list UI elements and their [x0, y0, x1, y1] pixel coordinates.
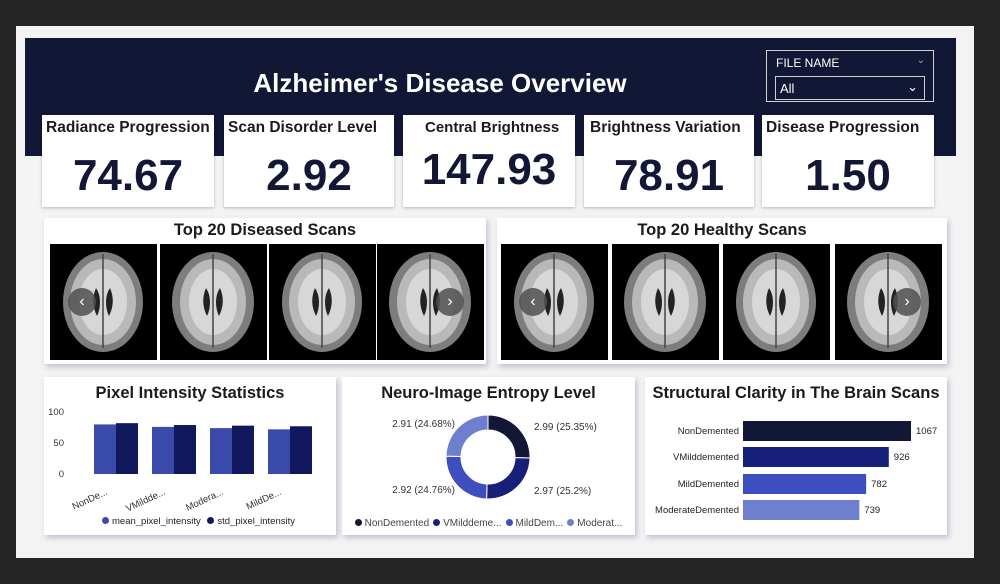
slice-data-label: 2.99 (25.35%) [534, 422, 597, 433]
bar [743, 474, 867, 494]
brain-scan-image [501, 244, 608, 360]
bar-std_pixel_intensity [174, 425, 196, 474]
slice-data-label: 2.97 (25.2%) [534, 486, 591, 497]
carousel-title: Top 20 Diseased Scans [173, 221, 357, 239]
kpi-radiance-progression: Radiance Progression 74.67 [42, 115, 214, 207]
legend-item: VMilddeme... [433, 518, 502, 529]
carousel-next-button[interactable]: › [893, 288, 921, 316]
brain-scan-image [377, 244, 484, 360]
kpi-disease-progression: Disease Progression 1.50 [762, 115, 934, 207]
kpi-brightness-variation: Brightness Variation 78.91 [584, 115, 754, 207]
x-tick-label: NonDe... [71, 487, 110, 513]
legend-item: NonDemented [354, 518, 430, 529]
chart-legend: mean_pixel_intensity std_pixel_intensity [102, 516, 295, 527]
kpi-value: 147.93 [421, 145, 557, 194]
slicer-label: FILE NAME [776, 56, 840, 70]
category-label: ModerateDemented [655, 505, 739, 516]
carousel-title: Top 20 Healthy Scans [637, 221, 807, 239]
bar [743, 421, 911, 441]
bar [743, 447, 889, 467]
bar-value-label: 926 [894, 452, 910, 463]
kpi-value: 74.67 [72, 151, 184, 200]
bar-std_pixel_intensity [290, 426, 312, 474]
bar-mean_pixel_intensity [94, 424, 116, 474]
entropy-donut-chart: 2.99 (25.35%) 2.97 (25.2%) 2.92 (24.76%) 2.… [392, 414, 597, 500]
category-label: NonDemented [678, 426, 739, 437]
legend-std-label: std_pixel_intensity [217, 516, 296, 527]
kpi-label: Brightness Variation [590, 119, 741, 136]
brain-scan-image [50, 244, 157, 360]
bar-value-label: 1067 [916, 426, 937, 437]
kpi-value: 78.91 [613, 151, 725, 200]
legend-label: MildDem... [515, 518, 564, 529]
donut-slice [487, 414, 531, 459]
donut-slice [486, 457, 531, 500]
bar-mean_pixel_intensity [152, 426, 174, 474]
dropdown-value: All [780, 81, 795, 96]
kpi-label: Radiance Progression [46, 119, 210, 136]
legend-item: Moderat... [567, 518, 622, 529]
carousel-next-button[interactable]: › [436, 288, 464, 316]
kpi-scan-disorder-level: Scan Disorder Level 2.92 [224, 115, 394, 207]
structural-clarity-panel: Structural Clarity in The Brain Scans No… [645, 377, 947, 535]
file-name-slicer[interactable]: FILE NAME ⌄ All ⌄ [766, 50, 934, 102]
file-name-dropdown[interactable]: All ⌄ [775, 76, 925, 100]
slice-data-label: 2.91 (24.68%) [392, 419, 455, 430]
pixel-intensity-panel: Pixel Intensity Statistics 100 50 0 NonDe..… [44, 377, 336, 535]
bar-value-label: 739 [864, 505, 880, 516]
pixel-intensity-chart: 100 50 0 NonDe... VMildde... Modera... MildDe.… [48, 407, 312, 515]
dashboard-title: Alzheimer's Disease Overview [253, 68, 627, 98]
brain-scan-image [612, 244, 719, 360]
kpi-value: 2.92 [266, 151, 352, 200]
legend-label: VMilddeme... [443, 518, 502, 529]
kpi-label: Disease Progression [766, 119, 920, 136]
kpi-central-brightness: Central Brightness 147.93 [403, 115, 575, 207]
bar-std_pixel_intensity [232, 425, 254, 474]
brain-scan-image [160, 244, 267, 360]
legend-label: NonDemented [364, 518, 430, 529]
kpi-value: 1.50 [805, 151, 891, 200]
bar-mean_pixel_intensity [268, 429, 290, 474]
brain-scan-image [269, 244, 376, 360]
bar-mean_pixel_intensity [210, 428, 232, 474]
legend-std-swatch [207, 517, 215, 524]
legend-mean-swatch [102, 517, 109, 524]
entropy-panel: Neuro-Image Entropy Level 2.99 (25.35%) 2… [342, 377, 635, 535]
x-tick-label: Modera... [184, 487, 225, 514]
chevron-down-icon[interactable]: ⌄ [907, 79, 918, 95]
slice-data-label: 2.92 (24.76%) [392, 485, 455, 496]
category-label: MildDemented [678, 479, 739, 490]
brain-scan-image [835, 244, 942, 360]
chart-legend: NonDemented VMilddeme... MildDem... Mode… [342, 518, 635, 529]
y-tick-label: 100 [48, 407, 64, 418]
legend-mean-label: mean_pixel_intensity [112, 516, 201, 527]
kpi-label: Scan Disorder Level [228, 119, 378, 136]
bar [743, 500, 860, 520]
diseased-scans-carousel: Top 20 Diseased Scans ‹ › [44, 218, 486, 364]
legend-label: Moderat... [577, 518, 623, 529]
kpi-label: Central Brightness [425, 119, 560, 136]
legend-item: MildDem... [505, 518, 564, 529]
carousel-prev-button[interactable]: ‹ [68, 288, 96, 316]
healthy-scans-carousel: Top 20 Healthy Scans ‹ › [497, 218, 947, 364]
category-label: VMilddemented [673, 452, 739, 463]
bar-value-label: 782 [871, 479, 887, 490]
brain-scan-image [723, 244, 830, 360]
structural-clarity-chart: NonDemented 1067 VMilddemented 926 MildDemen… [655, 421, 937, 520]
y-tick-label: 0 [59, 469, 64, 480]
x-tick-label: VMildde... [124, 487, 167, 515]
x-tick-label: MildDe... [245, 487, 284, 513]
bar-std_pixel_intensity [116, 423, 138, 474]
slicer-collapse-icon[interactable]: ⌄ [917, 55, 925, 66]
y-tick-label: 50 [53, 438, 64, 449]
carousel-prev-button[interactable]: ‹ [519, 288, 547, 316]
